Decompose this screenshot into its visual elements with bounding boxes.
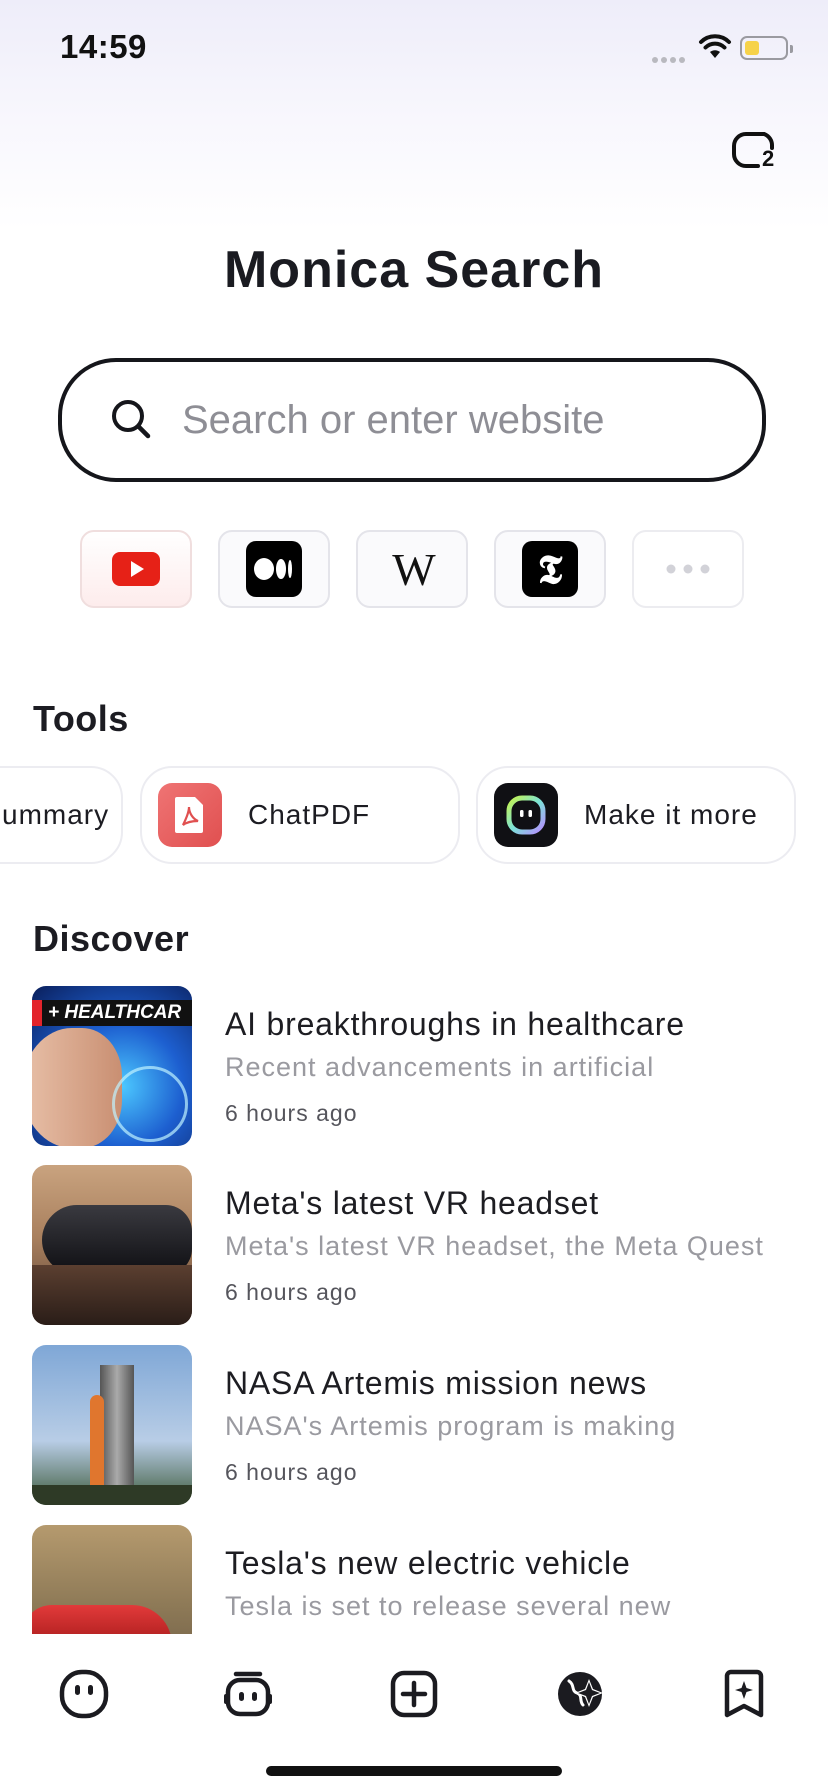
battery-icon: [740, 36, 793, 60]
news-thumbnail: [32, 1165, 192, 1325]
news-title: Meta's latest VR headset: [225, 1185, 599, 1221]
news-timestamp: 6 hours ago: [225, 1100, 358, 1126]
tool-label: Make it more: [584, 799, 758, 830]
pdf-icon: [158, 783, 222, 847]
youtube-icon: [112, 552, 160, 586]
news-item[interactable]: + HEALTHCAR AI breakthroughs in healthca…: [32, 986, 792, 1148]
shortcut-wikipedia[interactable]: W: [356, 530, 468, 608]
tool-label: ChatPDF: [248, 799, 371, 830]
more-dots-icon: [666, 564, 710, 574]
news-timestamp: 6 hours ago: [225, 1279, 358, 1305]
monica-bot-icon: [494, 783, 558, 847]
news-title: AI breakthroughs in healthcare: [225, 1006, 685, 1042]
news-timestamp: 6 hours ago: [225, 1459, 358, 1485]
tools-heading: Tools: [33, 698, 129, 739]
news-item[interactable]: NASA Artemis mission news NASA's Artemis…: [32, 1345, 792, 1507]
bookmark-star-icon: [724, 1669, 764, 1718]
news-snippet: Recent advancements in artificial: [225, 1052, 655, 1082]
news-snippet: Meta's latest VR headset, the Meta Quest: [225, 1231, 764, 1261]
nav-bookmarks-button[interactable]: [714, 1664, 774, 1724]
tab-count-badge[interactable]: 2: [762, 146, 774, 172]
shortcut-nytimes[interactable]: 𝕿: [494, 530, 606, 608]
news-snippet: Tesla is set to release several new: [225, 1591, 672, 1621]
bot-icon: [224, 1671, 272, 1717]
news-snippet: NASA's Artemis program is making: [225, 1411, 677, 1441]
nav-bots-button[interactable]: [218, 1664, 278, 1724]
news-item[interactable]: Meta's latest VR headset Meta's latest V…: [32, 1165, 792, 1327]
news-title: Tesla's new electric vehicle: [225, 1545, 631, 1581]
search-bar[interactable]: [58, 358, 766, 482]
news-thumbnail: + HEALTHCAR: [32, 986, 192, 1146]
tool-card-make-it-more[interactable]: Make it more: [476, 766, 796, 864]
tool-card-chatpdf[interactable]: ChatPDF: [140, 766, 460, 864]
medium-icon: [246, 541, 302, 597]
nav-chat-button[interactable]: [54, 1664, 114, 1724]
page-title: Monica Search: [223, 241, 605, 299]
wikipedia-icon: W: [392, 543, 435, 595]
nav-search-button[interactable]: [550, 1664, 610, 1724]
discover-heading: Discover: [33, 918, 190, 959]
home-indicator: [266, 1766, 562, 1776]
tool-card-summary[interactable]: ummary: [0, 766, 123, 864]
status-time: 14:59: [60, 28, 147, 65]
news-title: NASA Artemis mission news: [225, 1365, 647, 1401]
shortcut-youtube[interactable]: [80, 530, 192, 608]
shortcut-more[interactable]: [632, 530, 744, 608]
tool-label: ummary: [2, 799, 110, 830]
cellular-signal-icon: [652, 50, 688, 68]
nav-new-tab-button[interactable]: [384, 1664, 444, 1724]
search-input[interactable]: [180, 390, 704, 450]
thumbnail-caption: + HEALTHCAR: [48, 1002, 182, 1023]
shortcut-medium[interactable]: [218, 530, 330, 608]
search-icon: [110, 398, 152, 445]
monica-face-icon: [59, 1669, 109, 1719]
globe-search-icon: [558, 1672, 603, 1716]
nytimes-icon: 𝕿: [522, 541, 578, 597]
wifi-icon: [698, 34, 732, 65]
news-thumbnail: [32, 1345, 192, 1505]
plus-square-icon: [390, 1670, 438, 1718]
